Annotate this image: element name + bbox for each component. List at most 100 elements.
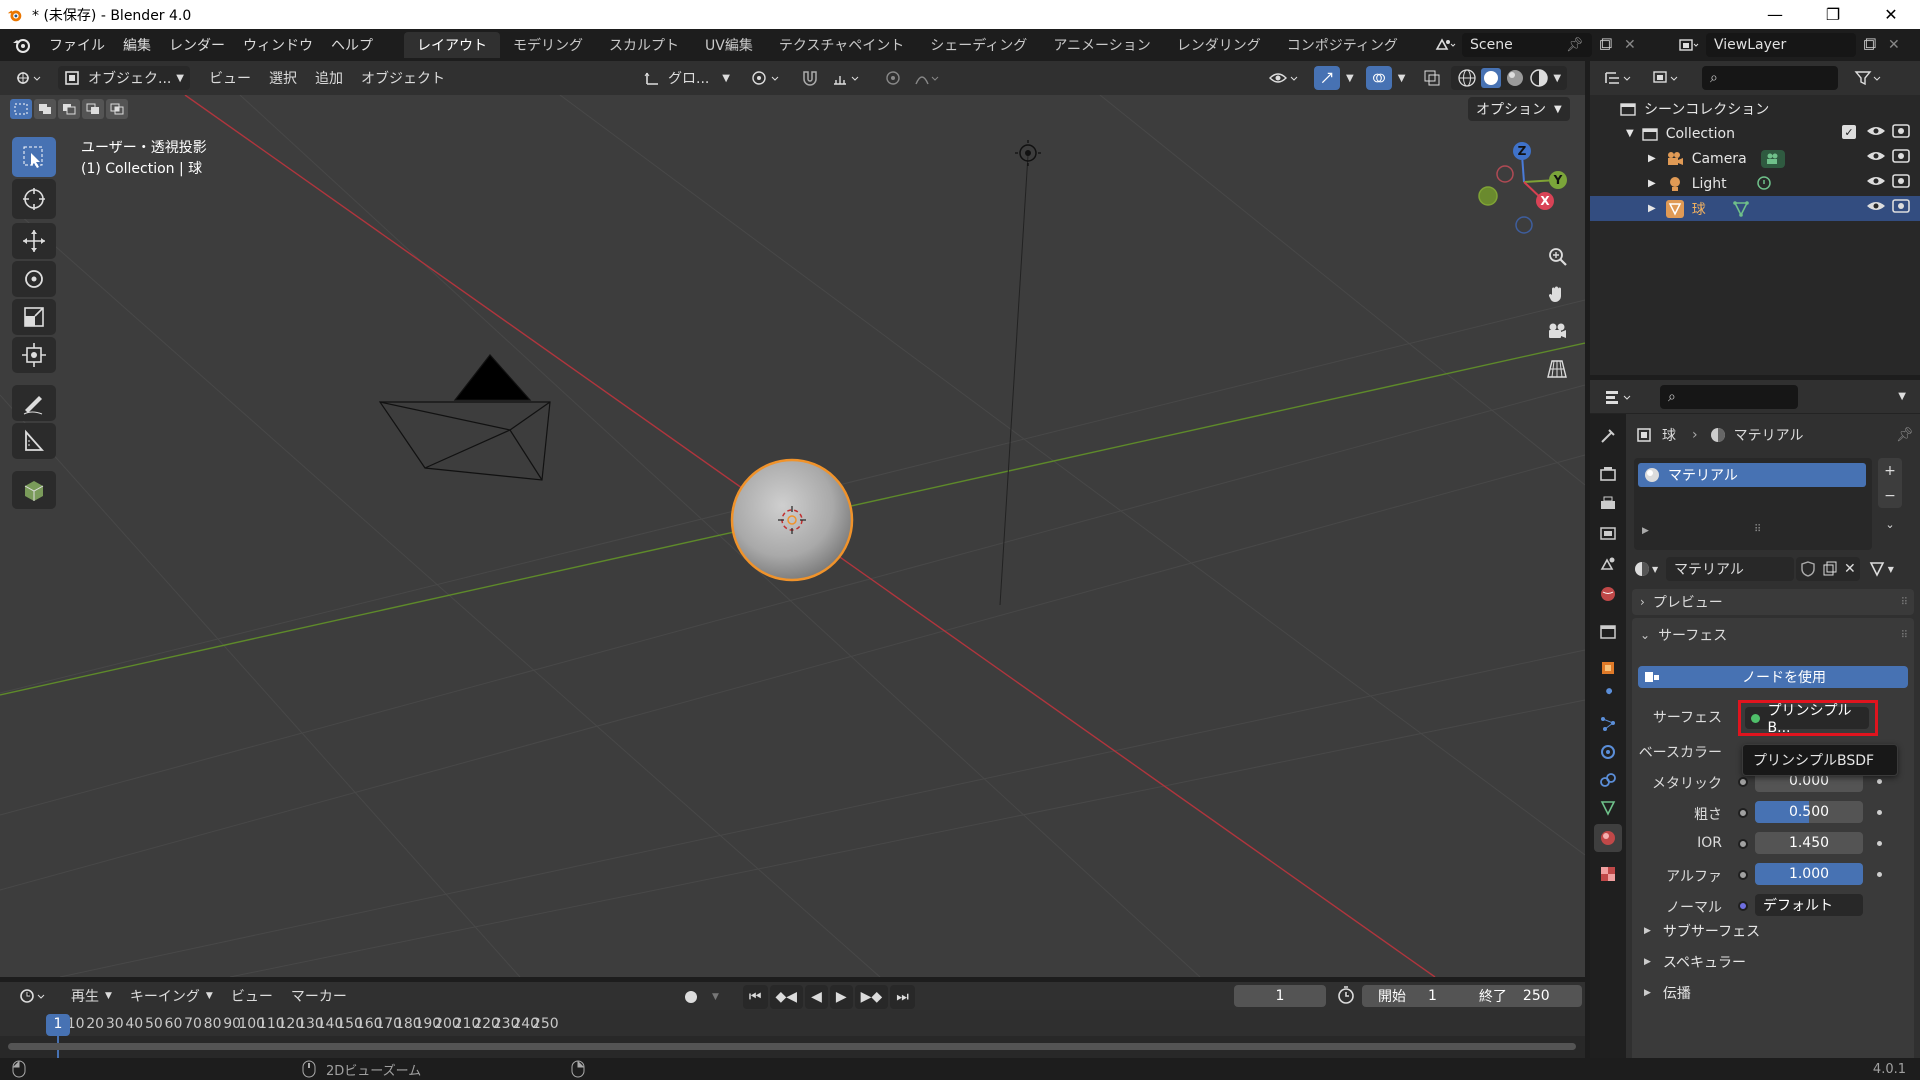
menu-edit[interactable]: 編集 bbox=[114, 29, 160, 61]
menu-file[interactable]: ファイル bbox=[40, 29, 114, 61]
keyframe-icon[interactable] bbox=[1877, 841, 1882, 846]
new-view-layer-icon[interactable] bbox=[1856, 33, 1882, 57]
roughness-socket-icon[interactable] bbox=[1738, 808, 1748, 818]
mesh-data-icon[interactable] bbox=[1732, 200, 1750, 218]
timeline-menu-playback[interactable]: 再生 ▼ bbox=[62, 982, 121, 1010]
timeline-area[interactable]: 1 10 20 30 40 50 60 70 80 90 100 110 120 130 140 150 160… bbox=[0, 1010, 1585, 1058]
view-layer-tab-icon[interactable] bbox=[1594, 520, 1622, 548]
camera-data-icon[interactable] bbox=[1760, 149, 1785, 168]
transmission-subpanel[interactable]: ▶ 伝播 bbox=[1644, 980, 1920, 1006]
view-layer-icon[interactable] bbox=[1672, 33, 1706, 57]
tab-compositing[interactable]: コンポジティング bbox=[1274, 32, 1411, 58]
options-dropdown[interactable]: オプション ▼ bbox=[1468, 97, 1570, 121]
falloff-icon[interactable] bbox=[908, 66, 950, 90]
transform-tool[interactable] bbox=[12, 337, 56, 373]
chevron-down-icon[interactable]: ▼ bbox=[1898, 391, 1906, 402]
chevron-down-icon[interactable]: ⌄ bbox=[1878, 512, 1902, 536]
material-preview-icon[interactable] bbox=[1505, 68, 1525, 88]
prev-keyframe-icon[interactable]: ◆◀ bbox=[769, 985, 804, 1009]
alpha-slider[interactable]: 1.000 bbox=[1755, 863, 1863, 885]
chevron-right-icon[interactable]: ▶ bbox=[1648, 153, 1656, 164]
menu-window[interactable]: ウィンドウ bbox=[234, 29, 322, 61]
timeline-menu-keying[interactable]: キーイング ▼ bbox=[121, 982, 222, 1010]
modifier-tab-icon[interactable] bbox=[1594, 682, 1622, 710]
material-name-field[interactable]: マテリアル bbox=[1666, 557, 1794, 581]
link-to-data-icon[interactable]: ▼ bbox=[1868, 560, 1894, 578]
play-icon[interactable]: ▶ bbox=[829, 985, 853, 1009]
surface-panel-header[interactable]: ⌄ サーフェス ⠿ bbox=[1632, 622, 1914, 648]
subsurface-subpanel[interactable]: ▶ サブサーフェス bbox=[1644, 918, 1920, 944]
tab-shading[interactable]: シェーディング bbox=[917, 32, 1040, 58]
gizmo-toggle-icon[interactable] bbox=[1314, 66, 1340, 90]
move-tool[interactable] bbox=[12, 223, 56, 259]
tab-uv-editing[interactable]: UV編集 bbox=[692, 32, 766, 58]
delete-view-layer-icon[interactable]: ✕ bbox=[1882, 33, 1906, 57]
select-intersect-icon[interactable] bbox=[106, 99, 128, 119]
chevron-down-icon[interactable]: ▼ bbox=[1340, 66, 1360, 90]
outliner-search-input[interactable]: ⌕ bbox=[1702, 66, 1838, 90]
mode-selector[interactable]: オブジェク... ▼ bbox=[58, 66, 190, 90]
current-frame-field[interactable]: 1 bbox=[1234, 985, 1326, 1007]
alpha-socket-icon[interactable] bbox=[1738, 870, 1748, 880]
start-frame-field[interactable]: 1 bbox=[1428, 988, 1437, 1004]
tab-sculpting[interactable]: スカルプト bbox=[596, 32, 692, 58]
delete-scene-icon[interactable]: ✕ bbox=[1618, 33, 1642, 57]
outliner-scene-collection[interactable]: シーンコレクション bbox=[1590, 96, 1920, 121]
normal-socket-icon[interactable] bbox=[1738, 901, 1748, 911]
scale-tool[interactable] bbox=[12, 299, 56, 335]
chevron-down-icon[interactable]: ▼ bbox=[1626, 128, 1634, 139]
proportional-edit-icon[interactable] bbox=[878, 66, 908, 90]
end-frame-field[interactable]: 250 bbox=[1523, 988, 1550, 1004]
render-tab-icon[interactable] bbox=[1594, 460, 1622, 488]
scene-name-field[interactable]: Scene 📌︎ bbox=[1462, 33, 1592, 57]
chevron-right-icon[interactable]: ▶ bbox=[1648, 178, 1656, 189]
data-tab-icon[interactable] bbox=[1594, 794, 1622, 822]
viewport-menu-object[interactable]: オブジェクト bbox=[352, 61, 454, 95]
keyframe-icon[interactable] bbox=[1877, 779, 1882, 784]
timeline-scrollbar[interactable] bbox=[8, 1043, 1576, 1050]
browse-material-icon[interactable]: ▼ bbox=[1634, 557, 1666, 581]
visibility-eye-icon[interactable] bbox=[1262, 66, 1308, 90]
select-subtract-icon[interactable] bbox=[58, 99, 80, 119]
preview-panel-header[interactable]: › プレビュー ⠿ bbox=[1632, 589, 1914, 615]
surface-shader-selector[interactable]: プリンシプルB... bbox=[1745, 703, 1869, 736]
timeline-menu-marker[interactable]: マーカー bbox=[282, 982, 356, 1010]
annotate-tool[interactable] bbox=[12, 385, 56, 421]
3d-viewport[interactable]: Z Y X オプション ▼ ユーザー・透視投影 (1) Collection | bbox=[0, 95, 1585, 977]
scene-selector-icon[interactable] bbox=[1428, 33, 1462, 57]
tab-layout[interactable]: レイアウト bbox=[404, 32, 500, 58]
menu-render[interactable]: レンダー bbox=[160, 29, 234, 61]
particles-tab-icon[interactable] bbox=[1594, 710, 1622, 738]
display-mode-icon[interactable] bbox=[1646, 66, 1688, 90]
roughness-slider[interactable]: 0.500 bbox=[1755, 801, 1863, 823]
camera-object[interactable] bbox=[378, 354, 551, 481]
view-layer-field[interactable]: ViewLayer bbox=[1706, 33, 1856, 57]
jump-to-end-icon[interactable]: ⏭ bbox=[890, 985, 915, 1009]
new-scene-icon[interactable] bbox=[1592, 33, 1618, 57]
select-extend-icon[interactable] bbox=[34, 99, 56, 119]
play-reverse-icon[interactable]: ◀ bbox=[805, 985, 828, 1009]
minimize-button[interactable]: — bbox=[1746, 0, 1804, 29]
perspective-grid-icon[interactable] bbox=[1541, 353, 1573, 385]
tool-tab-icon[interactable] bbox=[1594, 422, 1622, 450]
ior-socket-icon[interactable] bbox=[1738, 839, 1748, 849]
rendered-shading-icon[interactable] bbox=[1529, 68, 1549, 88]
xray-toggle-icon[interactable] bbox=[1417, 66, 1447, 90]
material-tab-icon[interactable] bbox=[1594, 824, 1622, 852]
select-invert-icon[interactable] bbox=[82, 99, 104, 119]
scene-tab-icon[interactable] bbox=[1594, 550, 1622, 578]
pin-icon[interactable]: 📌︎ bbox=[1896, 427, 1914, 443]
tab-animation[interactable]: アニメーション bbox=[1040, 32, 1163, 58]
blender-menu-icon[interactable] bbox=[0, 29, 40, 61]
chevron-down-icon[interactable]: ▼ bbox=[1553, 73, 1561, 84]
hide-in-viewport-icon[interactable] bbox=[1866, 124, 1886, 224]
next-keyframe-icon[interactable]: ▶◆ bbox=[854, 985, 889, 1009]
normal-input[interactable]: デフォルト bbox=[1755, 894, 1863, 916]
select-new-icon[interactable] bbox=[10, 99, 32, 119]
add-cube-tool[interactable] bbox=[12, 471, 56, 509]
zoom-icon[interactable] bbox=[1541, 241, 1573, 273]
pin-icon[interactable]: 📌︎ bbox=[1566, 37, 1584, 53]
light-data-icon[interactable] bbox=[1755, 175, 1773, 193]
drag-handle-icon[interactable]: ⠿ bbox=[1901, 597, 1908, 608]
metallic-socket-icon[interactable] bbox=[1738, 777, 1748, 787]
